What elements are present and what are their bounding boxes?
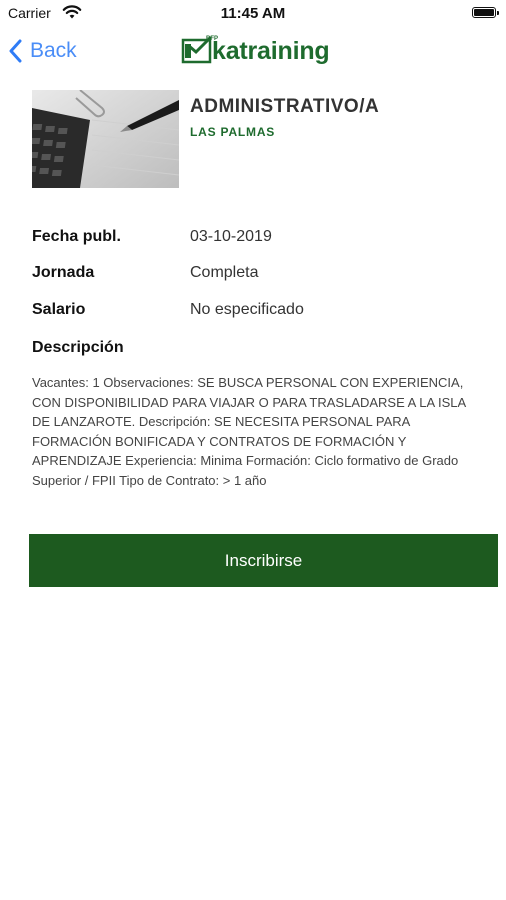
back-label: Back [30,39,77,62]
description-text: Vacantes: 1 Observaciones: SE BUSCA PERS… [32,375,466,488]
battery-icon [472,7,499,18]
salary-label: Salario [32,301,86,318]
calculator-image [32,90,179,188]
status-bar: Carrier 11:45 AM [0,0,506,28]
logo-text: katraining [212,36,330,65]
logo-small-text: BFP [206,36,218,42]
schedule-value: Completa [190,264,259,281]
publication-date-label: Fecha publ. [32,228,121,245]
description-title: Descripción [32,339,124,356]
job-location: LAS PALMAS [190,125,276,139]
chevron-left-icon [9,39,22,63]
job-thumbnail [32,90,179,188]
job-title: ADMINISTRATIVO/A [190,96,380,117]
salary-value: No especificado [190,301,304,318]
publication-date-value: 03-10-2019 [190,228,272,245]
app-logo: BFP katraining [180,34,330,68]
schedule-label: Jornada [32,264,95,281]
apply-button[interactable]: Inscribirse [29,534,498,587]
status-time: 11:45 AM [220,5,286,22]
navigation-bar: Back BFP katraining [0,28,506,76]
logo-mark-icon: BFP [180,36,218,66]
back-button[interactable]: Back [8,36,77,66]
